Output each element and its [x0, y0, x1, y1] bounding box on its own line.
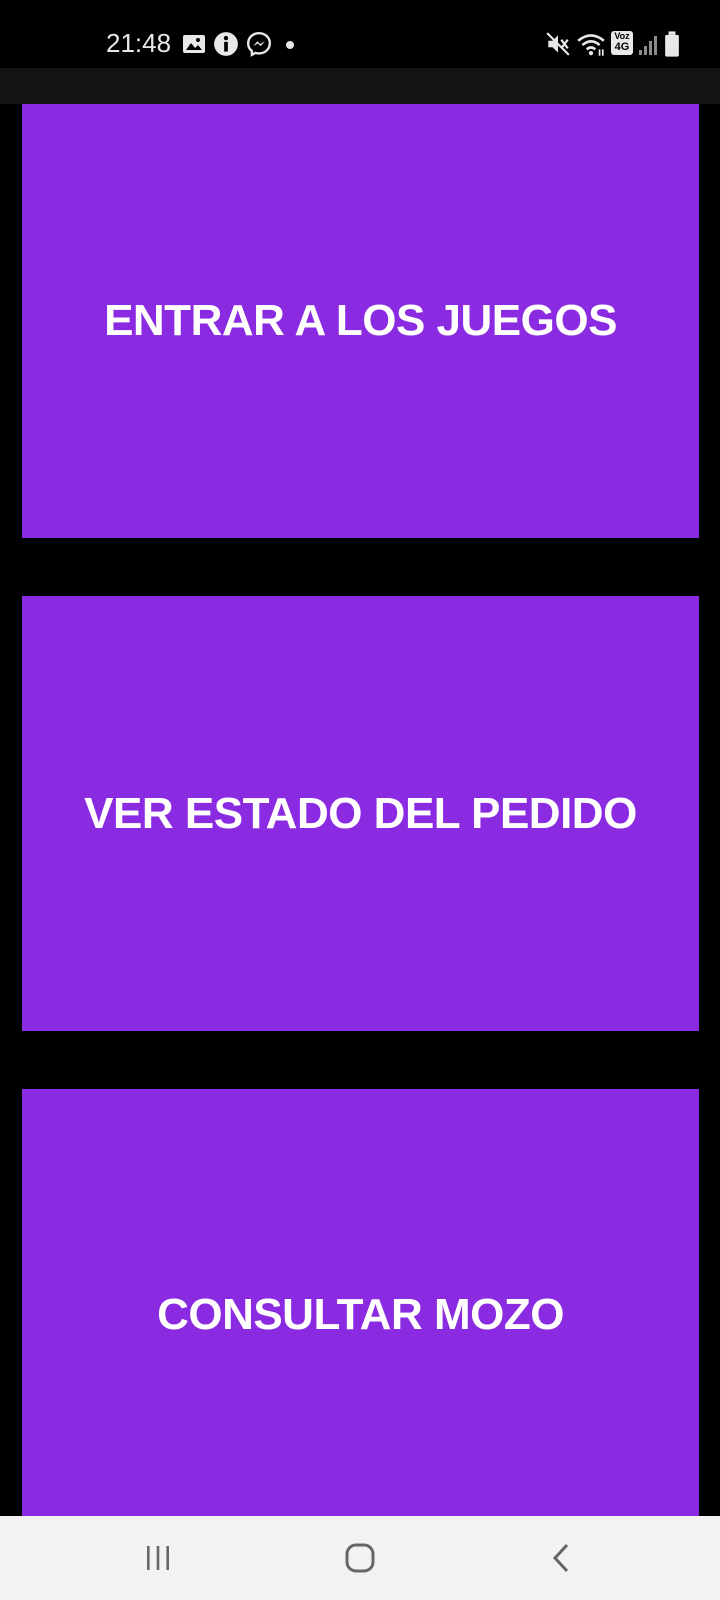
info-icon: [214, 32, 238, 56]
app-bar: [0, 68, 720, 104]
app-screen: 21:48 Voz 4G ENTRAR A LOS JUEGOS VER EST…: [0, 0, 720, 1600]
status-time: 21:48: [106, 28, 172, 58]
wifi-icon: [577, 34, 605, 56]
order-status-button[interactable]: VER ESTADO DEL PEDIDO: [22, 596, 699, 1031]
gallery-icon: [183, 35, 205, 53]
navigation-bar: [0, 1516, 720, 1600]
home-button[interactable]: [330, 1534, 390, 1582]
volte-bottom-label: 4G: [614, 41, 630, 53]
status-bar: 21:48 Voz 4G: [0, 0, 720, 68]
consult-waiter-label: CONSULTAR MOZO: [157, 1289, 564, 1339]
battery-icon: [665, 31, 679, 57]
mute-icon: [546, 32, 570, 56]
enter-games-label: ENTRAR A LOS JUEGOS: [104, 296, 617, 345]
back-icon: [552, 1543, 569, 1573]
order-status-label: VER ESTADO DEL PEDIDO: [84, 788, 637, 838]
signal-icon: [639, 36, 657, 55]
dot-icon: [286, 41, 294, 49]
recent-apps-button[interactable]: [128, 1534, 188, 1582]
volte-icon: Voz 4G: [611, 31, 633, 55]
recent-apps-icon: [147, 1546, 169, 1570]
messenger-icon: [246, 31, 272, 57]
enter-games-button[interactable]: ENTRAR A LOS JUEGOS: [22, 104, 699, 538]
home-icon: [345, 1543, 375, 1573]
back-button[interactable]: [532, 1534, 592, 1582]
consult-waiter-button[interactable]: CONSULTAR MOZO: [22, 1089, 699, 1516]
